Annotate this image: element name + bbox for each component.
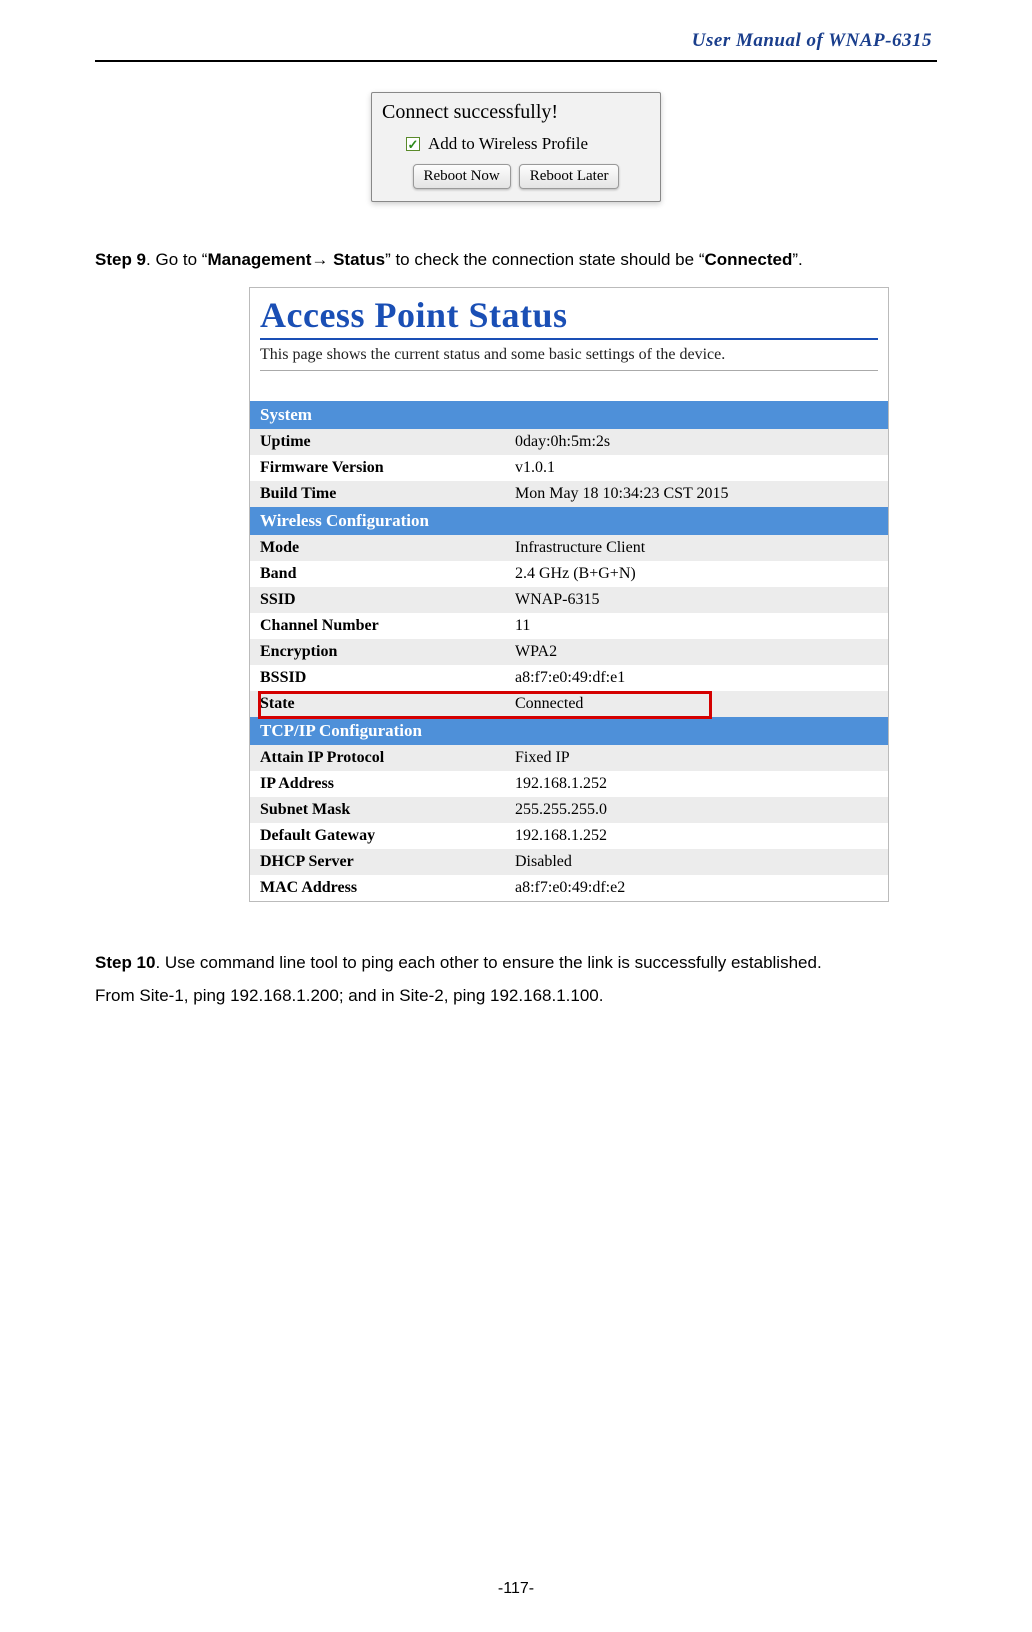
row-ssid: SSIDWNAP-6315 — [250, 587, 888, 613]
status-desc-rule — [260, 370, 878, 371]
section-wireless: Wireless Configuration — [250, 507, 888, 535]
row-default-gateway: Default Gateway192.168.1.252 — [250, 823, 888, 849]
step10-prefix: Step 10 — [95, 953, 155, 972]
reboot-later-button[interactable]: Reboot Later — [519, 164, 620, 189]
row-channel: Channel Number11 — [250, 613, 888, 639]
dialog-title: Connect successfully! — [372, 93, 660, 130]
page-number: -117- — [0, 1580, 1032, 1598]
manual-header-title: User Manual of WNAP-6315 — [95, 30, 937, 52]
row-band: Band2.4 GHz (B+G+N) — [250, 561, 888, 587]
connect-success-dialog: Connect successfully! ✓ Add to Wireless … — [371, 92, 661, 202]
row-mode: ModeInfrastructure Client — [250, 535, 888, 561]
row-dhcp-server: DHCP ServerDisabled — [250, 849, 888, 875]
step10-line1: Step 10. Use command line tool to ping e… — [95, 950, 937, 976]
row-build-time: Build TimeMon May 18 10:34:23 CST 2015 — [250, 481, 888, 507]
section-system: System — [250, 401, 888, 429]
status-title-rule — [260, 338, 878, 340]
header-divider — [95, 60, 937, 62]
row-encryption: EncryptionWPA2 — [250, 639, 888, 665]
step9-text: Step 9. Go to “Management→ Status” to ch… — [95, 247, 937, 273]
row-uptime: Uptime0day:0h:5m:2s — [250, 429, 888, 455]
row-bssid: BSSIDa8:f7:e0:49:df:e1 — [250, 665, 888, 691]
access-point-status-panel: Access Point Status This page shows the … — [249, 287, 889, 902]
status-table: System Uptime0day:0h:5m:2s Firmware Vers… — [250, 401, 888, 901]
step10-line2: From Site-1, ping 192.168.1.200; and in … — [95, 983, 937, 1009]
status-panel-title: Access Point Status — [250, 288, 888, 336]
row-subnet-mask: Subnet Mask255.255.255.0 — [250, 797, 888, 823]
row-attain-ip: Attain IP ProtocolFixed IP — [250, 745, 888, 771]
status-panel-description: This page shows the current status and s… — [250, 346, 888, 370]
row-state: StateConnected — [250, 691, 888, 717]
section-tcpip: TCP/IP Configuration — [250, 717, 888, 745]
row-ip-address: IP Address192.168.1.252 — [250, 771, 888, 797]
checkbox-checked-icon[interactable]: ✓ — [406, 137, 420, 151]
row-mac-address: MAC Addressa8:f7:e0:49:df:e2 — [250, 875, 888, 901]
step9-prefix: Step 9 — [95, 250, 146, 269]
row-firmware: Firmware Versionv1.0.1 — [250, 455, 888, 481]
add-to-profile-label: Add to Wireless Profile — [428, 134, 588, 154]
reboot-now-button[interactable]: Reboot Now — [413, 164, 511, 189]
